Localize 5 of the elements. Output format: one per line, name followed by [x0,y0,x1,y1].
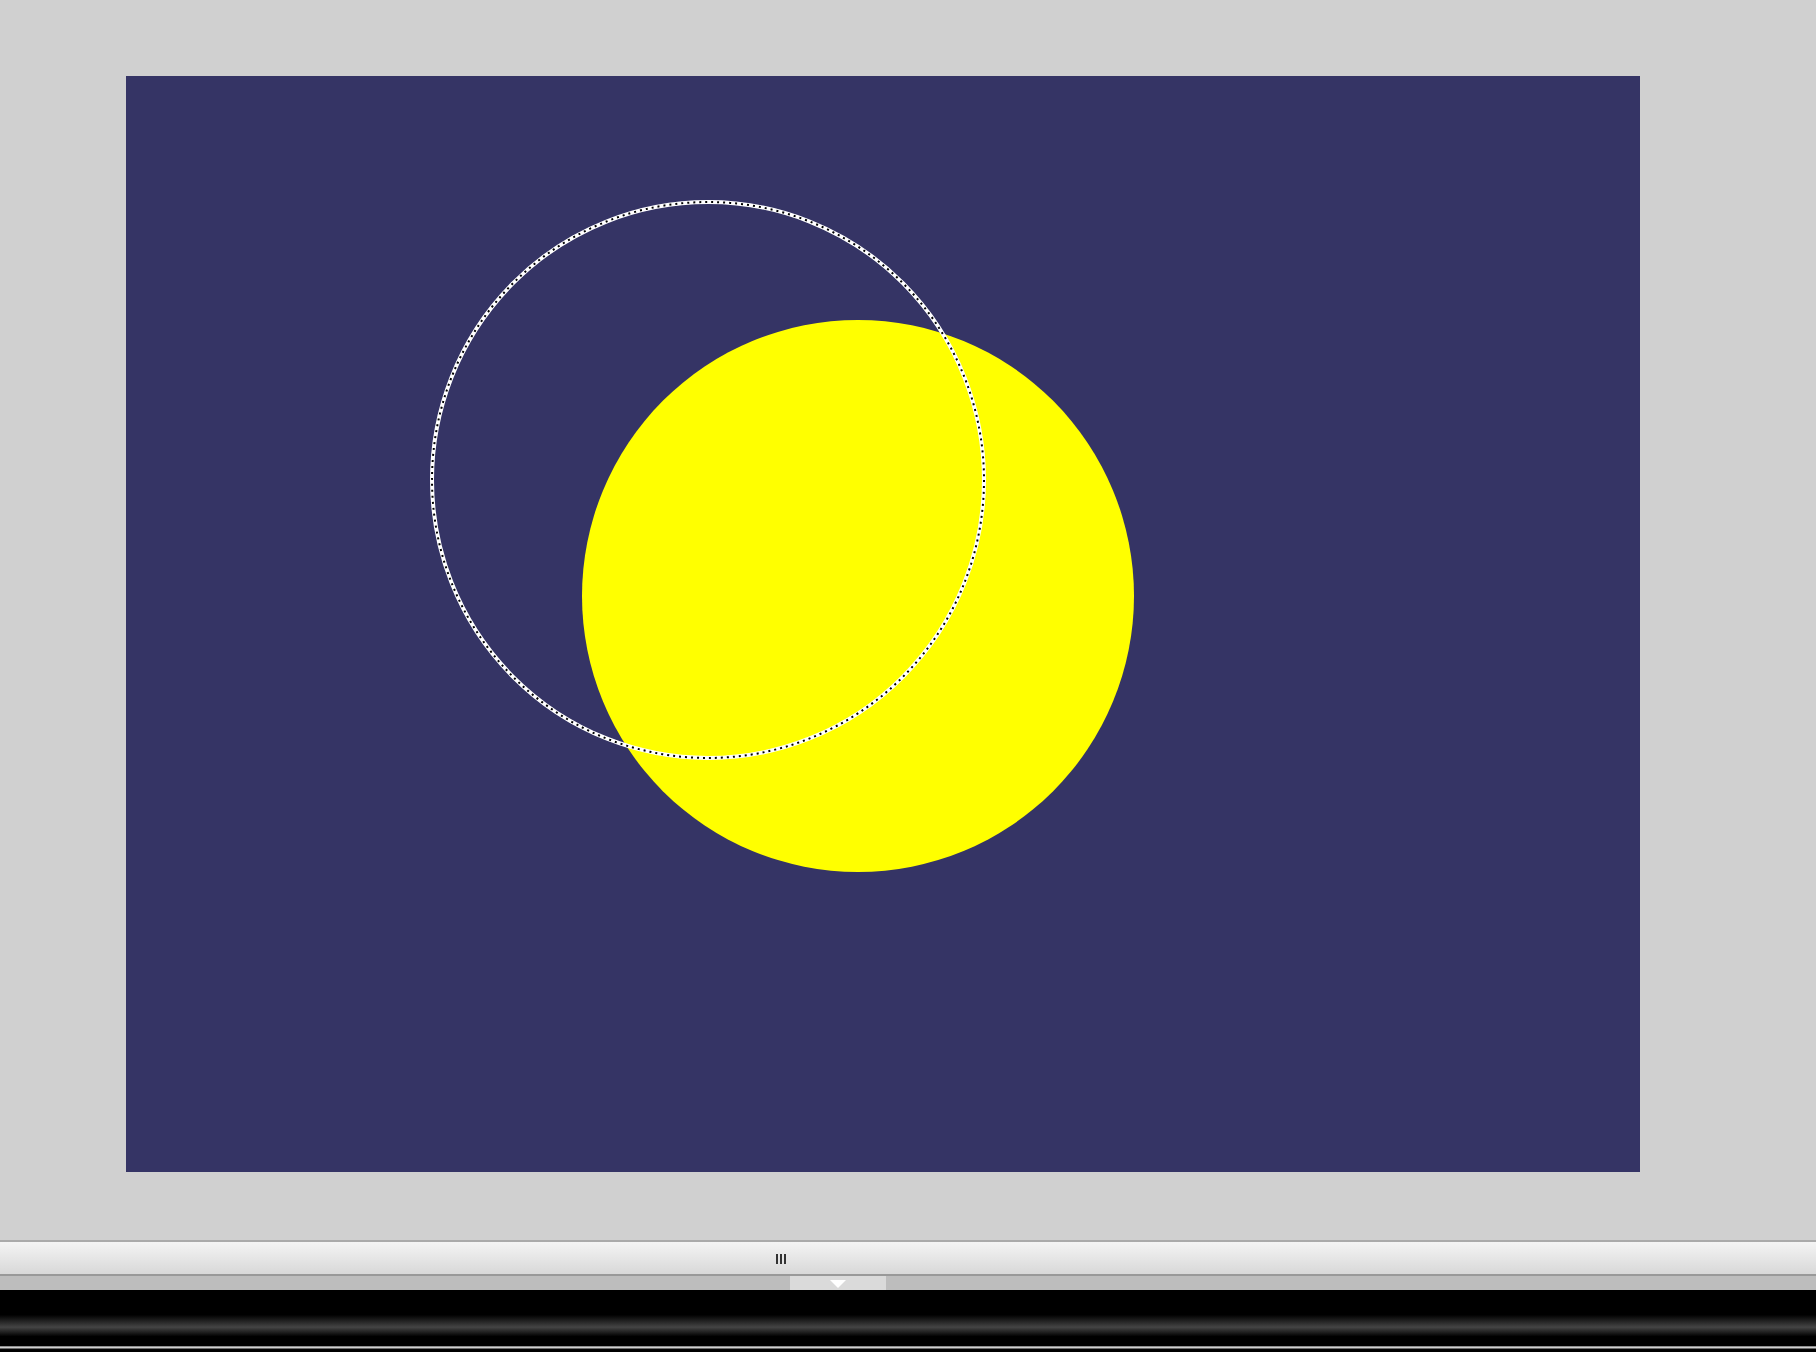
triangle-icon [830,1279,846,1287]
collapse-button[interactable] [790,1276,886,1290]
grip-icon [776,1253,788,1263]
horizontal-scrollbar[interactable] [0,1240,1816,1276]
selection-marquee[interactable] [430,200,986,760]
